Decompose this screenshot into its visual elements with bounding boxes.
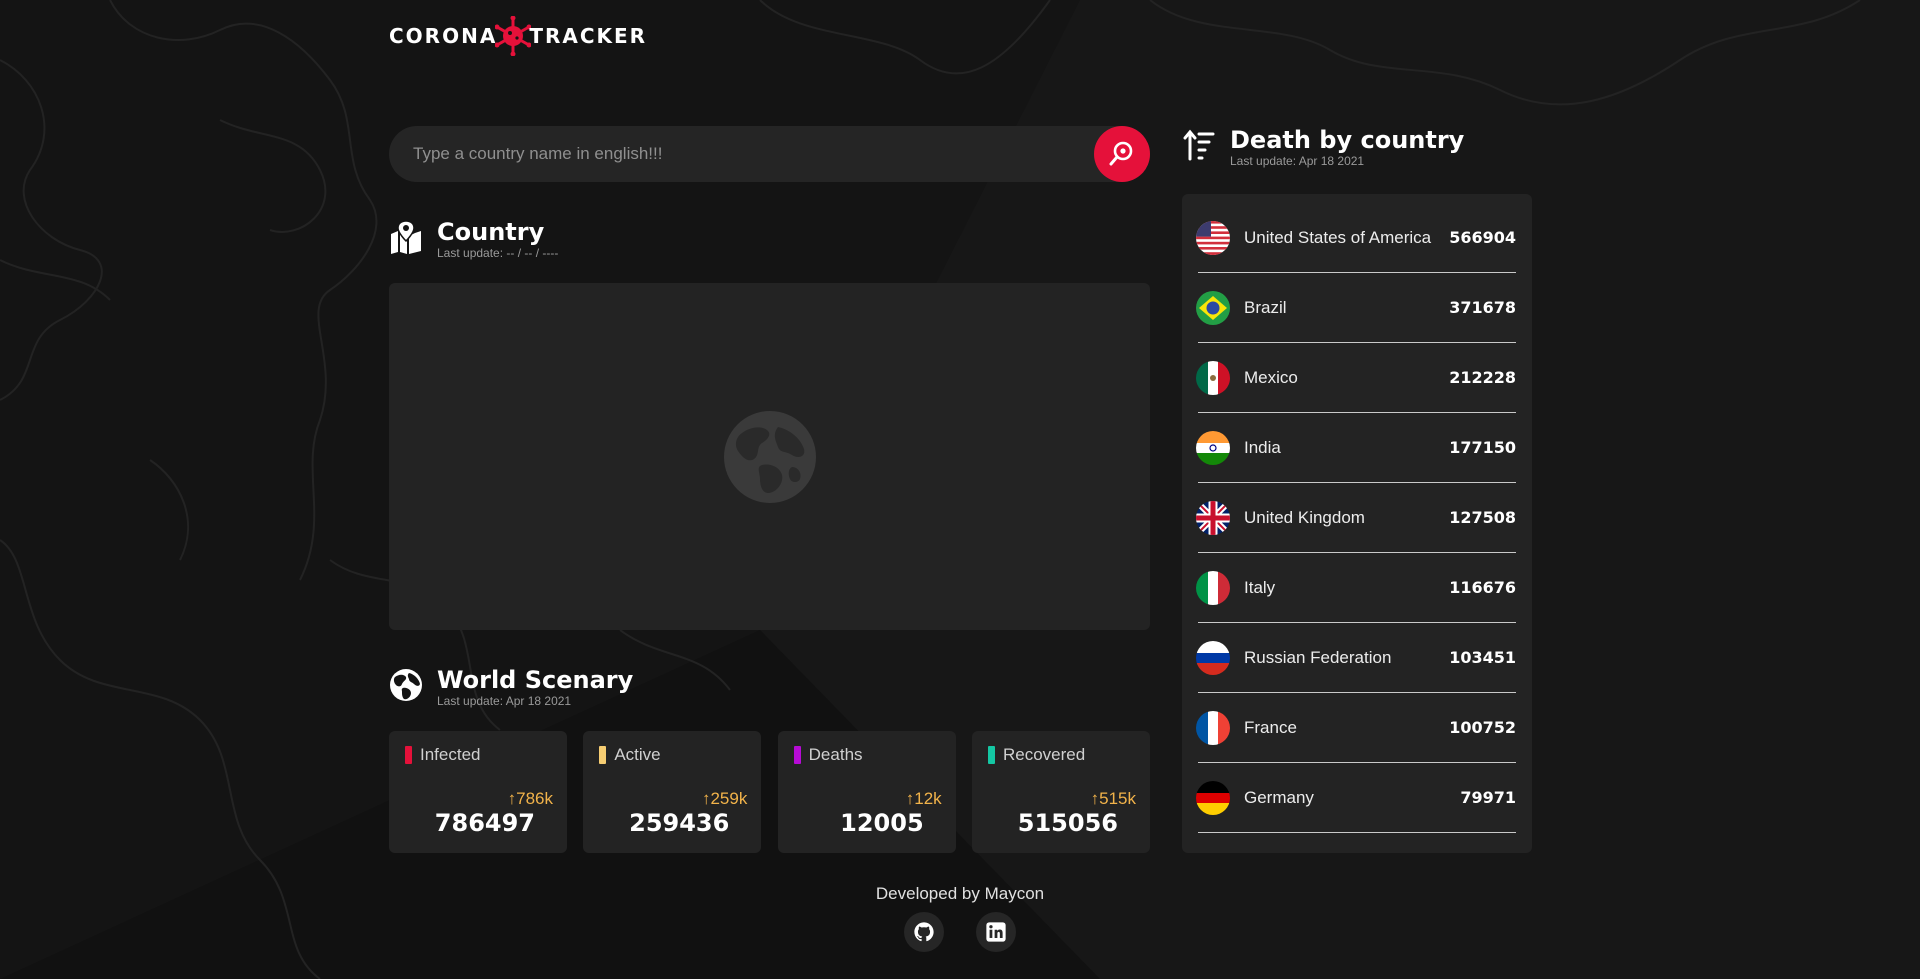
mexico-flag-icon xyxy=(1196,360,1230,395)
death-count: 177150 xyxy=(1449,438,1516,457)
death-count: 79971 xyxy=(1460,788,1516,807)
logo-text-left: CORONA xyxy=(389,24,498,48)
country-name: France xyxy=(1244,717,1297,737)
country-search-input[interactable] xyxy=(389,126,1150,182)
card-label: Active xyxy=(614,745,661,764)
world-section-title: World Scenary xyxy=(437,666,634,694)
death-count: 566904 xyxy=(1449,228,1516,247)
list-item[interactable]: France 100752 xyxy=(1196,693,1516,763)
country-last-update: Last update: -- / -- / ---- xyxy=(437,246,559,260)
world-stats-cards: Infected ↑786k 786497 Active ↑259k 25943… xyxy=(389,731,1150,853)
search-map-pin-icon xyxy=(1109,141,1133,166)
active-card: Active ↑259k 259436 xyxy=(583,731,762,853)
card-value: 12005 xyxy=(840,809,924,837)
logo-text-right: TRACKER xyxy=(529,24,648,48)
list-item[interactable]: Italy 116676 xyxy=(1196,553,1516,623)
recovered-color-mark xyxy=(987,746,995,764)
github-icon xyxy=(914,922,934,942)
death-count: 100752 xyxy=(1449,718,1516,737)
country-section-title: Country xyxy=(437,218,545,246)
death-section-title: Death by country xyxy=(1230,126,1465,154)
search-button[interactable] xyxy=(1094,126,1150,182)
country-name: United Kingdom xyxy=(1244,507,1365,527)
russia-flag-icon xyxy=(1196,640,1230,675)
india-flag-icon xyxy=(1196,430,1230,465)
github-link[interactable] xyxy=(904,912,944,952)
death-last-update: Last update: Apr 18 2021 xyxy=(1230,154,1365,168)
country-name: Brazil xyxy=(1244,297,1287,317)
card-value: 259436 xyxy=(629,809,730,837)
list-item[interactable]: United States of America 566904 xyxy=(1196,203,1516,273)
death-count: 371678 xyxy=(1449,298,1516,317)
country-name: Italy xyxy=(1244,577,1276,597)
recovered-card: Recovered ↑515k 515056 xyxy=(971,731,1150,853)
card-value: 786497 xyxy=(434,809,535,837)
globe-icon xyxy=(390,669,422,701)
card-label: Deaths xyxy=(808,745,863,764)
country-name: United States of America xyxy=(1244,227,1432,247)
card-value: 515056 xyxy=(1017,809,1118,837)
card-delta: ↑259k xyxy=(701,789,748,808)
active-color-mark xyxy=(599,746,607,764)
uk-flag-icon xyxy=(1196,500,1230,535)
world-last-update: Last update: Apr 18 2021 xyxy=(437,694,572,708)
brazil-flag-icon xyxy=(1196,290,1230,325)
list-item[interactable]: United Kingdom 127508 xyxy=(1196,483,1516,553)
usa-flag-icon xyxy=(1196,220,1230,255)
list-item[interactable]: India 177150 xyxy=(1196,413,1516,483)
country-name: Mexico xyxy=(1244,367,1298,387)
sort-desc-icon xyxy=(1183,129,1215,161)
death-section-header: Death by country Last update: Apr 18 202… xyxy=(1182,126,1464,168)
deaths-card: Deaths ↑12k 12005 xyxy=(777,731,956,853)
virus-icon xyxy=(495,16,532,56)
death-count: 103451 xyxy=(1449,648,1516,667)
card-delta: ↑515k xyxy=(1090,789,1136,808)
card-label: Recovered xyxy=(1002,745,1086,764)
card-delta: ↑786k xyxy=(507,789,553,808)
map-icon xyxy=(391,220,421,254)
country-name: Russian Federation xyxy=(1244,647,1392,667)
italy-flag-icon xyxy=(1196,570,1230,605)
country-section-header: Country Last update: -- / -- / ---- xyxy=(389,218,558,260)
infected-color-mark xyxy=(405,746,412,764)
linkedin-icon xyxy=(986,922,1006,942)
list-item[interactable]: Brazil 371678 xyxy=(1196,273,1516,343)
death-count: 127508 xyxy=(1449,508,1516,527)
death-by-country-list: United States of America 566904 Brazil 3… xyxy=(1182,194,1532,853)
infected-card: Infected ↑786k 786497 xyxy=(389,731,567,853)
death-count: 116676 xyxy=(1449,578,1516,597)
globe-placeholder-icon xyxy=(723,410,816,503)
list-item[interactable]: Germany 79971 xyxy=(1196,763,1516,833)
country-name: India xyxy=(1244,437,1281,457)
country-search-bar xyxy=(389,126,1150,182)
france-flag-icon xyxy=(1196,710,1230,745)
germany-flag-icon xyxy=(1196,780,1230,815)
world-section-header: World Scenary Last update: Apr 18 2021 xyxy=(389,666,633,708)
list-item[interactable]: Russian Federation 103451 xyxy=(1196,623,1516,693)
card-label: Infected xyxy=(420,745,481,764)
death-count: 212228 xyxy=(1449,368,1516,387)
card-delta: ↑12k xyxy=(905,789,942,808)
app-logo[interactable]: CORONA TRACKER xyxy=(389,16,647,56)
list-item[interactable]: Mexico 212228 xyxy=(1196,343,1516,413)
country-detail-panel xyxy=(389,283,1150,630)
deaths-color-mark xyxy=(793,746,801,764)
footer-credit: Developed by Maycon xyxy=(875,884,1045,903)
country-name: Germany xyxy=(1244,787,1314,807)
linkedin-link[interactable] xyxy=(976,912,1016,952)
